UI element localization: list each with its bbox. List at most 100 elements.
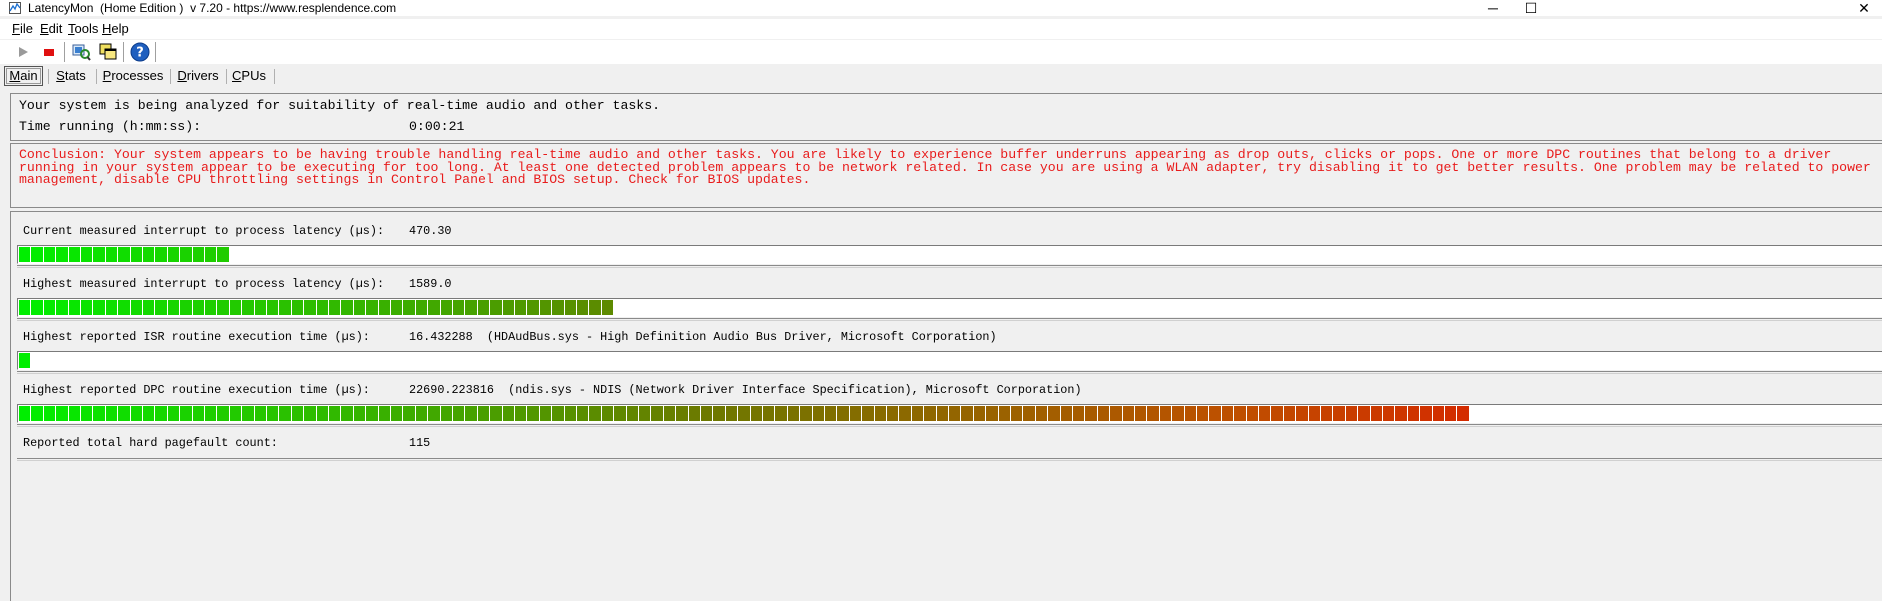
bar-divider — [17, 458, 1882, 461]
bar-segment — [1296, 406, 1308, 421]
bar-segment — [1184, 406, 1196, 421]
bar-segment — [738, 406, 750, 421]
bar-segment — [527, 300, 539, 315]
tab-main[interactable]: Main — [4, 66, 43, 86]
bar-segment — [155, 300, 167, 315]
bar-segment — [787, 406, 800, 421]
menu-tools[interactable]: Tools — [68, 21, 98, 37]
tab-separator — [226, 69, 227, 84]
bar-segment — [1135, 406, 1147, 421]
menu-edit[interactable]: Edit — [40, 21, 62, 37]
bar-segment — [440, 300, 452, 315]
bar-segment — [1073, 406, 1085, 421]
help-button[interactable]: ? — [129, 41, 151, 63]
bar-segment — [1370, 406, 1382, 421]
bar-segment — [1172, 406, 1184, 421]
bar-segment — [329, 406, 341, 421]
help-icon: ? — [130, 42, 150, 62]
bar-divider — [17, 424, 1882, 427]
tab-separator — [96, 69, 97, 84]
bar-segment — [130, 247, 142, 262]
bar-segment — [589, 300, 601, 315]
bar-segment — [341, 406, 353, 421]
bar-segment — [465, 300, 477, 315]
bar-segment — [93, 247, 105, 262]
bar-segment — [626, 406, 638, 421]
bar-segment — [341, 300, 353, 315]
bar-segment — [167, 406, 180, 421]
tab-cpus[interactable]: CPUs — [230, 67, 268, 85]
bar-segment — [378, 406, 390, 421]
metrics-panel: Current measured interrupt to process la… — [10, 211, 1882, 601]
bar-segment — [490, 406, 502, 421]
bar-segment — [676, 406, 688, 421]
bar-segment — [353, 300, 366, 315]
bar-segment — [887, 406, 899, 421]
time-running-value: 0:00:21 — [409, 119, 465, 134]
bar-segment — [1358, 406, 1370, 421]
bar-segment — [254, 300, 266, 315]
bar-segment — [539, 300, 552, 315]
bar-segment — [254, 406, 266, 421]
bar-segment — [31, 300, 43, 315]
tab-stats[interactable]: Stats — [52, 67, 90, 85]
bar-segment — [105, 247, 118, 262]
bar-segment — [192, 406, 204, 421]
bar-segment — [453, 300, 465, 315]
bar-segment — [366, 300, 378, 315]
bar-segment — [291, 406, 304, 421]
bar-segment — [391, 300, 403, 315]
bar-segment — [329, 300, 341, 315]
bar-segment — [515, 300, 527, 315]
tab-processes[interactable]: Processes — [100, 67, 166, 85]
bar-segment — [639, 406, 651, 421]
analyzing-text: Your system is being analyzed for suitab… — [19, 98, 661, 113]
bar-segment — [1023, 406, 1035, 421]
bar-segment — [812, 406, 824, 421]
tab-drivers[interactable]: Drivers — [174, 67, 222, 85]
bar-segment — [614, 406, 626, 421]
bar-segment — [949, 406, 961, 421]
bar-segment — [56, 406, 68, 421]
tab-separator — [170, 69, 171, 84]
menu-help[interactable]: Help — [102, 21, 129, 37]
close-button[interactable]: ✕ — [1846, 0, 1882, 16]
bar-segment — [316, 406, 328, 421]
bar-segment — [81, 300, 93, 315]
bar-segment — [1321, 406, 1333, 421]
maximize-button[interactable]: ☐ — [1508, 0, 1554, 16]
windows-button[interactable] — [97, 41, 119, 63]
bar-segment — [1457, 406, 1469, 421]
bar-segment — [43, 406, 56, 421]
latency-bar — [17, 298, 1882, 317]
bar-segment — [1395, 406, 1407, 421]
stop-button[interactable] — [38, 41, 60, 63]
bar-segment — [31, 247, 43, 262]
bar-segment — [651, 406, 663, 421]
bar-segment — [143, 300, 155, 315]
bar-segment — [415, 300, 428, 315]
bar-segment — [936, 406, 948, 421]
metric-value: 16.432288 (HDAudBus.sys - High Definitio… — [409, 330, 997, 344]
bar-segment — [155, 247, 167, 262]
toolbar-separator — [123, 42, 124, 62]
start-button[interactable] — [12, 41, 34, 63]
bar-segment — [242, 300, 254, 315]
bar-segment — [1122, 406, 1134, 421]
menu-file[interactable]: File — [12, 21, 33, 37]
toolbar-separator — [155, 42, 156, 62]
bar-segment — [316, 300, 328, 315]
bar-segment — [800, 406, 812, 421]
bar-segment — [428, 300, 440, 315]
bar-segment — [180, 247, 192, 262]
bar-segment — [1048, 406, 1060, 421]
bar-segment — [601, 300, 614, 315]
bar-segment — [453, 406, 465, 421]
bar-segment — [19, 406, 31, 421]
analyze-button[interactable] — [70, 41, 92, 63]
metric-label: Highest measured interrupt to process la… — [23, 277, 385, 291]
bar-segment — [180, 406, 192, 421]
close-icon: ✕ — [1858, 0, 1870, 16]
bar-segment — [490, 300, 502, 315]
bar-segment — [1271, 406, 1283, 421]
